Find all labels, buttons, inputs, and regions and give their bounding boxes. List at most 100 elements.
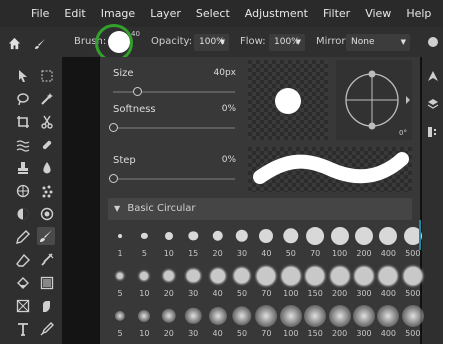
brush-preset-hard-1[interactable]: 1 [108,225,132,261]
step-slider-knob[interactable] [109,174,118,183]
brush-preset-medium-400[interactable]: 400 [376,265,400,301]
move-tool-icon[interactable] [14,67,32,85]
pencil-tool-icon[interactable] [14,228,32,246]
brush-preset-soft-500[interactable]: 500 [401,305,425,341]
brush-preset-medium-50[interactable]: 50 [230,265,254,301]
brush-category-header[interactable]: ▼ Basic Circular [108,198,412,220]
size-slider-knob[interactable] [133,87,143,96]
marquee-tool-icon[interactable] [38,67,56,85]
flow-dropdown[interactable]: 100% ▼ [269,34,305,51]
brush-preset-hard-200[interactable]: 200 [352,225,376,261]
softness-slider[interactable] [113,127,235,129]
brush-preset-hard-20[interactable]: 20 [206,225,230,261]
brush-size-label: 70 [261,329,272,338]
menu-filter[interactable]: Filter [323,7,350,20]
brush-preset-hard-50[interactable]: 50 [279,225,303,261]
brush-size-label: 30 [188,329,199,338]
brush-preset-soft-300[interactable]: 300 [352,305,376,341]
brush-preset-soft-30[interactable]: 30 [181,305,205,341]
brush-preset-soft-200[interactable]: 200 [328,305,352,341]
clone-stamp-icon[interactable] [14,159,32,177]
brush-preset-medium-10[interactable]: 10 [132,265,156,301]
menu-help[interactable]: Help [406,7,431,20]
scissors-icon[interactable] [38,113,56,131]
brush-preset-medium-100[interactable]: 100 [279,265,303,301]
brush-tip-preview [255,305,278,327]
brush-preset-hard-500[interactable]: 500 [401,225,425,261]
brush-preset-hard-5[interactable]: 5 [132,225,156,261]
brush-tip-preview [328,305,351,327]
navigator-icon[interactable] [427,67,439,86]
dodge-tool-icon[interactable] [14,205,32,223]
brush-preset-medium-70[interactable]: 70 [254,265,278,301]
stroke-preview [248,147,412,192]
menu-image[interactable]: Image [101,7,135,20]
brush-preset-grid: 1 5 10 15 20 30 40 50 70 100 200 400 500 5 10 20 30 40 50 7… [100,225,424,344]
menu-layer[interactable]: Layer [150,7,181,20]
opacity-dropdown[interactable]: 100% ▼ [194,34,229,51]
paint-bucket-icon[interactable] [14,274,32,292]
brush-preset-medium-200[interactable]: 200 [328,265,352,301]
brush-preset-hard-70[interactable]: 70 [303,225,327,261]
brush-preset-medium-5[interactable]: 5 [108,265,132,301]
pressure-toggle-icon[interactable] [428,37,438,47]
brush-preset-soft-20[interactable]: 20 [157,305,181,341]
brush-tip-preview [355,267,373,285]
brush-preset-medium-500[interactable]: 500 [401,265,425,301]
sponge-tool-icon[interactable] [38,182,56,200]
brush-preset-soft-150[interactable]: 150 [303,305,327,341]
lasso-tool-icon[interactable] [14,90,32,108]
menu-edit[interactable]: Edit [64,7,85,20]
brush-preset-soft-100[interactable]: 100 [279,305,303,341]
brush-size-label: 20 [163,329,174,338]
step-slider[interactable] [113,178,235,180]
burn-tool-icon[interactable] [38,205,56,223]
size-slider[interactable] [113,91,235,93]
brush-preset-medium-150[interactable]: 150 [303,265,327,301]
brush-preset-soft-40[interactable]: 40 [206,305,230,341]
replace-color-icon[interactable] [38,251,56,269]
brush-preset-medium-30[interactable]: 30 [181,265,205,301]
brush-tip-preview [114,310,126,322]
brush-tool-active-icon[interactable] [37,227,55,245]
brush-preset-soft-400[interactable]: 400 [376,305,400,341]
brush-preset-hard-40[interactable]: 40 [254,225,278,261]
gradient-tool-icon[interactable] [38,274,56,292]
brush-preset-hard-30[interactable]: 30 [230,225,254,261]
brush-preset-medium-20[interactable]: 20 [157,265,181,301]
brush-preset-hard-400[interactable]: 400 [376,225,400,261]
history-icon[interactable] [427,123,439,142]
mirror-dropdown[interactable]: None ▼ [346,34,410,51]
menu-view[interactable]: View [365,7,391,20]
brush-preset-hard-10[interactable]: 10 [157,225,181,261]
menu-file[interactable]: File [31,7,49,20]
brush-angle-control[interactable]: 0° [336,60,412,140]
shape-tool-icon[interactable] [14,297,32,315]
brush-preset-soft-5[interactable]: 5 [108,305,132,341]
brush-preset-soft-10[interactable]: 10 [132,305,156,341]
menu-adjustment[interactable]: Adjustment [245,7,308,20]
softness-slider-knob[interactable] [109,123,118,132]
softness-value: 0% [221,104,236,114]
brush-size-label: 500 [405,289,421,298]
brush-preset-soft-70[interactable]: 70 [254,305,278,341]
liquify-tool-icon[interactable] [14,136,32,154]
text-tool-icon[interactable] [14,320,32,338]
brush-preset-hard-100[interactable]: 100 [328,225,352,261]
brush-preset-medium-40[interactable]: 40 [206,265,230,301]
globe-tool-icon[interactable] [14,182,32,200]
layers-icon[interactable] [427,95,439,114]
magic-wand-icon[interactable] [38,90,56,108]
brush-tip-preview [163,270,175,282]
eraser-tool-icon[interactable] [14,251,32,269]
brush-preset-hard-15[interactable]: 15 [181,225,205,261]
crop-tool-icon[interactable] [14,113,32,131]
blur-drop-icon[interactable] [38,159,56,177]
brush-preset-medium-300[interactable]: 300 [352,265,376,301]
healing-tool-icon[interactable] [38,136,56,154]
eyedropper-tool-icon[interactable] [38,320,56,338]
smudge-tool-icon[interactable] [38,297,56,315]
brush-preset-soft-50[interactable]: 50 [230,305,254,341]
menu-select[interactable]: Select [196,7,230,20]
home-icon[interactable] [8,35,21,54]
